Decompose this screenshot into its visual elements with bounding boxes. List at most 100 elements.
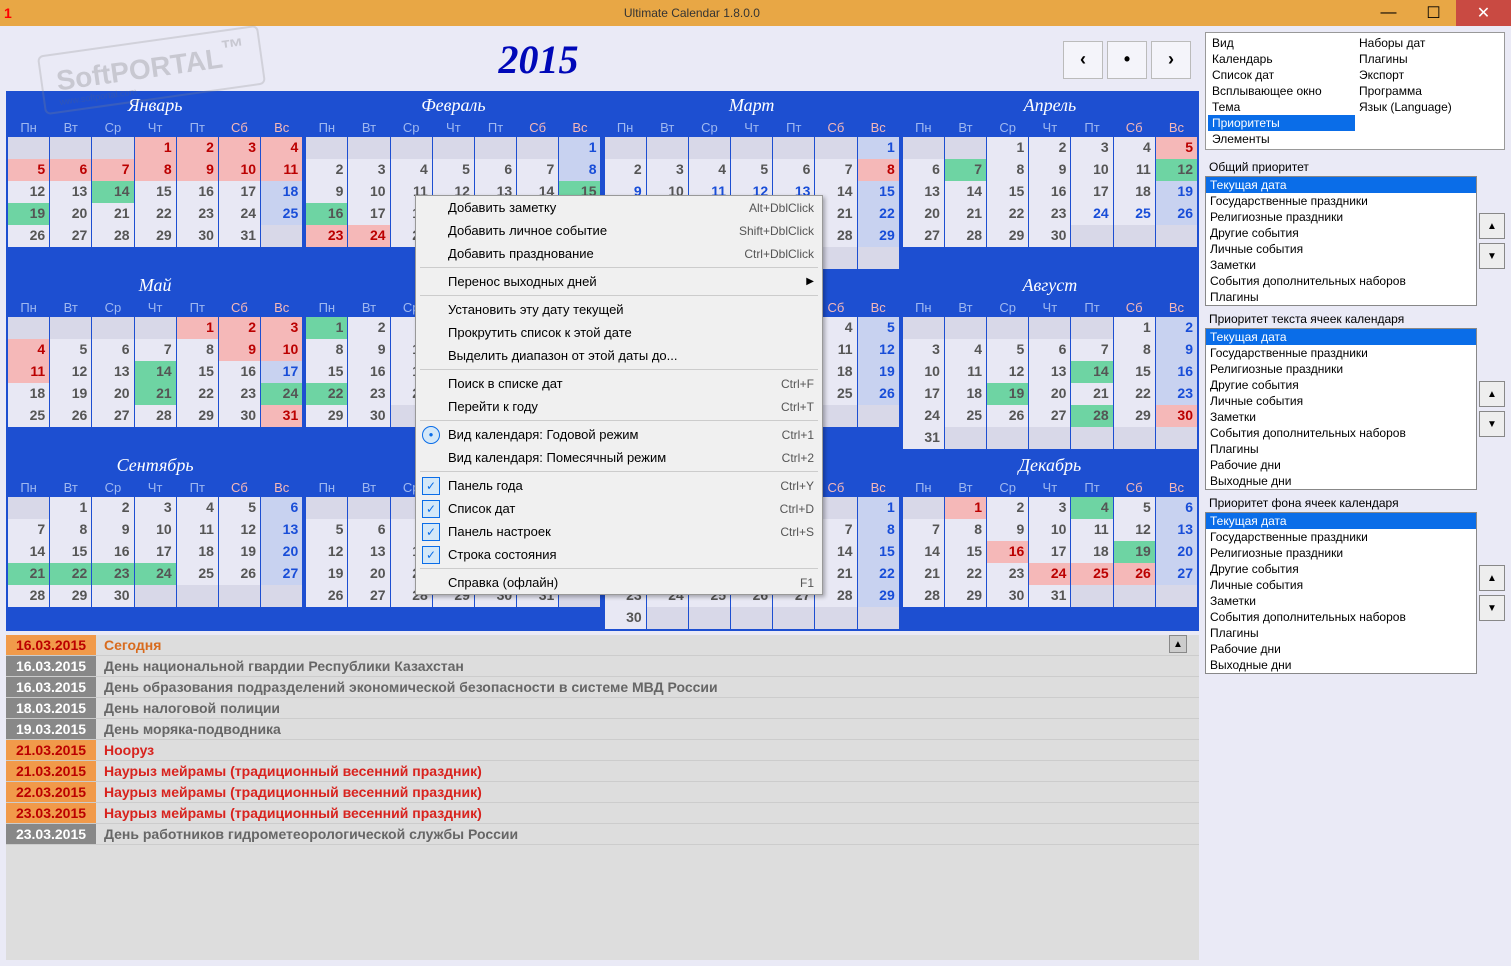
day-cell[interactable]: 5 — [1156, 137, 1197, 159]
day-cell[interactable]: 25 — [8, 405, 49, 427]
minimize-button[interactable]: — — [1366, 0, 1411, 26]
day-cell[interactable]: 2 — [1029, 137, 1070, 159]
day-cell[interactable]: 30 — [92, 585, 133, 607]
day-cell[interactable]: 8 — [177, 339, 218, 361]
day-cell[interactable] — [135, 317, 176, 339]
day-cell[interactable]: 6 — [773, 159, 814, 181]
datelist-row[interactable]: 21.03.2015Наурыз мейрамы (традиционный в… — [6, 761, 1199, 782]
day-cell[interactable]: 9 — [987, 519, 1028, 541]
day-cell[interactable] — [858, 405, 899, 427]
priority-item[interactable]: Плагины — [1206, 289, 1476, 305]
day-cell[interactable]: 1 — [177, 317, 218, 339]
move-up-button[interactable]: ▲ — [1479, 381, 1505, 407]
context-item[interactable]: Добавить личное событиеShift+DblClick — [416, 219, 822, 242]
move-down-button[interactable]: ▼ — [1479, 595, 1505, 621]
day-cell[interactable]: 21 — [1071, 383, 1112, 405]
day-cell[interactable]: 12 — [858, 339, 899, 361]
day-cell[interactable]: 17 — [903, 383, 944, 405]
day-cell[interactable]: 5 — [219, 497, 260, 519]
day-cell[interactable]: 29 — [50, 585, 91, 607]
day-cell[interactable] — [50, 137, 91, 159]
day-cell[interactable] — [1156, 427, 1197, 449]
day-cell[interactable]: 28 — [1071, 405, 1112, 427]
day-cell[interactable]: 20 — [903, 203, 944, 225]
day-cell[interactable] — [1071, 317, 1112, 339]
day-cell[interactable]: 26 — [306, 585, 347, 607]
day-cell[interactable]: 22 — [858, 563, 899, 585]
day-cell[interactable]: 24 — [261, 383, 302, 405]
day-cell[interactable]: 4 — [1114, 137, 1155, 159]
day-cell[interactable]: 29 — [945, 585, 986, 607]
day-cell[interactable]: 2 — [92, 497, 133, 519]
day-cell[interactable]: 28 — [135, 405, 176, 427]
day-cell[interactable]: 27 — [261, 563, 302, 585]
day-cell[interactable] — [219, 585, 260, 607]
day-cell[interactable]: 1 — [306, 317, 347, 339]
day-cell[interactable]: 29 — [1114, 405, 1155, 427]
move-up-button[interactable]: ▲ — [1479, 565, 1505, 591]
day-cell[interactable]: 23 — [1156, 383, 1197, 405]
day-cell[interactable]: 30 — [177, 225, 218, 247]
move-up-button[interactable]: ▲ — [1479, 213, 1505, 239]
datelist-row[interactable]: 16.03.2015День национальной гвардии Респ… — [6, 656, 1199, 677]
day-cell[interactable] — [689, 137, 730, 159]
day-cell[interactable]: 26 — [1114, 563, 1155, 585]
day-cell[interactable]: 16 — [219, 361, 260, 383]
day-cell[interactable]: 30 — [219, 405, 260, 427]
context-item[interactable]: Справка (офлайн)F1 — [416, 571, 822, 594]
day-cell[interactable]: 10 — [903, 361, 944, 383]
day-cell[interactable]: 9 — [306, 181, 347, 203]
datelist-row[interactable]: 23.03.2015Наурыз мейрамы (традиционный в… — [6, 803, 1199, 824]
day-cell[interactable]: 19 — [8, 203, 49, 225]
day-cell[interactable]: 31 — [219, 225, 260, 247]
day-cell[interactable]: 22 — [1114, 383, 1155, 405]
day-cell[interactable]: 6 — [1029, 339, 1070, 361]
day-cell[interactable]: 13 — [50, 181, 91, 203]
context-item[interactable]: ●Вид календаря: Годовой режимCtrl+1 — [416, 423, 822, 446]
day-cell[interactable] — [1071, 427, 1112, 449]
day-cell[interactable]: 11 — [8, 361, 49, 383]
day-cell[interactable]: 12 — [219, 519, 260, 541]
day-cell[interactable] — [391, 137, 432, 159]
day-cell[interactable]: 15 — [987, 181, 1028, 203]
day-cell[interactable]: 19 — [50, 383, 91, 405]
day-cell[interactable]: 17 — [135, 541, 176, 563]
day-cell[interactable]: 2 — [348, 317, 389, 339]
day-cell[interactable]: 24 — [1029, 563, 1070, 585]
day-cell[interactable]: 31 — [261, 405, 302, 427]
day-cell[interactable]: 8 — [50, 519, 91, 541]
day-cell[interactable] — [903, 137, 944, 159]
day-cell[interactable]: 18 — [261, 181, 302, 203]
day-cell[interactable]: 12 — [987, 361, 1028, 383]
day-cell[interactable]: 28 — [945, 225, 986, 247]
day-cell[interactable]: 25 — [261, 203, 302, 225]
priority-item[interactable]: Государственные праздники — [1206, 193, 1476, 209]
day-cell[interactable]: 15 — [306, 361, 347, 383]
day-cell[interactable]: 3 — [1071, 137, 1112, 159]
datelist-row[interactable]: 16.03.2015Сегодня — [6, 635, 1199, 656]
day-cell[interactable]: 24 — [219, 203, 260, 225]
datelist-row[interactable]: 16.03.2015День образования подразделений… — [6, 677, 1199, 698]
day-cell[interactable]: 15 — [177, 361, 218, 383]
day-cell[interactable] — [858, 247, 899, 269]
day-cell[interactable]: 18 — [1071, 541, 1112, 563]
day-cell[interactable]: 21 — [135, 383, 176, 405]
day-cell[interactable]: 22 — [858, 203, 899, 225]
settings-category[interactable]: Плагины — [1355, 51, 1502, 67]
next-year-button[interactable]: › — [1151, 41, 1191, 79]
day-cell[interactable]: 18 — [8, 383, 49, 405]
day-cell[interactable] — [261, 585, 302, 607]
day-cell[interactable]: 23 — [306, 225, 347, 247]
day-cell[interactable]: 21 — [903, 563, 944, 585]
day-cell[interactable] — [92, 317, 133, 339]
day-cell[interactable]: 3 — [903, 339, 944, 361]
datelist-row[interactable]: 19.03.2015День моряка-подводника — [6, 719, 1199, 740]
day-cell[interactable]: 27 — [903, 225, 944, 247]
context-item[interactable]: Добавить празднованиеCtrl+DblClick — [416, 242, 822, 265]
day-cell[interactable]: 4 — [1071, 497, 1112, 519]
day-cell[interactable]: 23 — [219, 383, 260, 405]
priority-item[interactable]: Личные события — [1206, 241, 1476, 257]
day-cell[interactable] — [1114, 225, 1155, 247]
context-item[interactable]: Выделить диапазон от этой даты до... — [416, 344, 822, 367]
day-cell[interactable]: 10 — [135, 519, 176, 541]
